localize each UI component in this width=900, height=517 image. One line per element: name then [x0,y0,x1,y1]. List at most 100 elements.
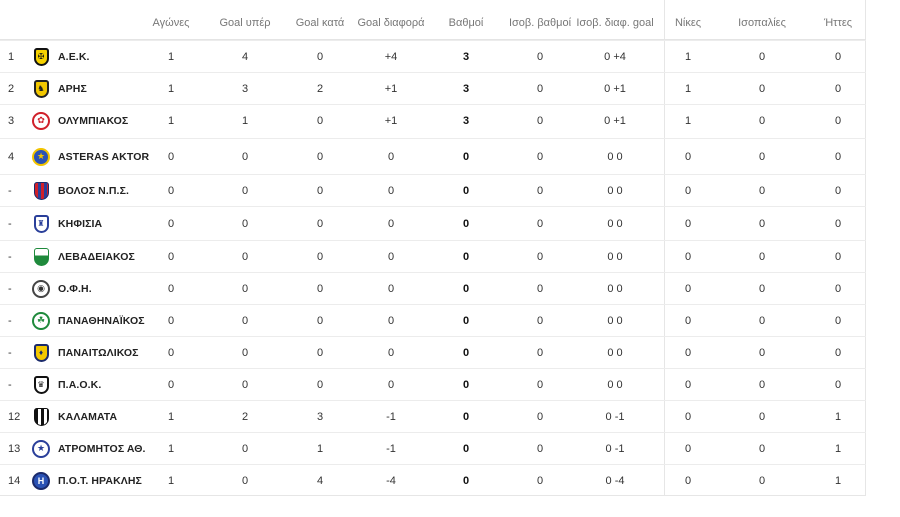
points: 3 [462,114,470,127]
wins: 0 [684,217,692,230]
losses: 0 [834,217,842,230]
rank: 2 [8,82,15,95]
team-name[interactable]: ΛΕΒΑΔΕΙΑΚΟΣ [58,241,135,272]
tie-goal-diff: 0 0 [607,314,623,327]
table-row[interactable]: - ♜ ΚΗΦΙΣΙΑ 0 0 0 0 0 0 0 0 0 0 0 [0,206,866,240]
tie-points: 0 [536,442,544,455]
goals-against: 0 [316,282,324,295]
tie-points: 0 [536,474,544,487]
wins: 0 [684,314,692,327]
games: 1 [167,474,175,487]
ofi-logo-icon: ◉ [30,273,52,304]
wins: 0 [684,474,692,487]
team-name[interactable]: ΑΤΡΟΜΗΤΟΣ ΑΘ. [58,433,146,464]
col-header-goals-for[interactable]: Goal υπέρ [215,6,275,39]
team-name[interactable]: ASTERAS AKTOR [58,139,149,174]
goal-diff: 0 [387,314,395,327]
goals-against: 0 [316,346,324,359]
tie-goal-diff: 0 -1 [605,442,625,455]
table-row[interactable]: - ☘ ΠΑΝΑΘΗΝΑΪΚΟΣ 0 0 0 0 0 0 0 0 0 0 0 [0,304,866,336]
table-header: Αγώνες Goal υπέρ Goal κατά Goal διαφορά … [0,6,866,40]
rank: 4 [8,150,15,163]
table-row[interactable]: - ΒΟΛΟΣ Ν.Π.Σ. 0 0 0 0 0 0 0 0 0 0 0 [0,174,866,206]
table-row[interactable]: - ◉ Ο.Φ.Η. 0 0 0 0 0 0 0 0 0 0 0 [0,272,866,304]
team-name[interactable]: ΚΗΦΙΣΙΑ [58,207,102,240]
tie-goal-diff: 0 0 [607,346,623,359]
losses: 1 [834,442,842,455]
tie-points: 0 [536,82,544,95]
points: 0 [462,442,470,455]
draws: 0 [758,410,766,423]
team-name[interactable]: ΠΑΝΑΘΗΝΑΪΚΟΣ [58,305,145,336]
rank: - [8,378,12,391]
col-header-goal-diff[interactable]: Goal διαφορά [353,6,429,39]
games: 0 [167,150,175,163]
games: 0 [167,250,175,263]
table-row[interactable]: - ΛΕΒΑΔΕΙΑΚΟΣ 0 0 0 0 0 0 0 0 0 0 0 [0,240,866,272]
olympiakos-logo-icon: ✿ [30,105,52,136]
points: 0 [462,410,470,423]
points: 0 [462,378,470,391]
wins: 0 [684,442,692,455]
team-name[interactable]: ΟΛΥΜΠΙΑΚΟΣ [58,105,128,136]
wins: 0 [684,346,692,359]
col-header-points[interactable]: Βαθμοί [445,6,487,39]
goals-for: 3 [241,82,249,95]
table-row[interactable]: 12 ΚΑΛΑΜΑΤΑ 1 2 3 -1 0 0 0 -1 0 0 1 [0,400,866,432]
col-header-games[interactable]: Αγώνες [151,6,191,39]
wins: 0 [684,282,692,295]
goals-for: 0 [241,184,249,197]
games: 1 [167,410,175,423]
table-row[interactable]: 13 ★ ΑΤΡΟΜΗΤΟΣ ΑΘ. 1 0 1 -1 0 0 0 -1 0 0… [0,432,866,464]
points: 0 [462,250,470,263]
points: 0 [462,184,470,197]
table-row[interactable]: - ♦ ΠΑΝΑΙΤΩΛΙΚΟΣ 0 0 0 0 0 0 0 0 0 0 0 [0,336,866,368]
goals-against: 0 [316,378,324,391]
losses: 0 [834,184,842,197]
team-name[interactable]: Ο.Φ.Η. [58,273,92,304]
team-name[interactable]: Π.Ο.Τ. ΗΡΑΚΛΗΣ [58,465,142,496]
rank: 13 [8,442,21,455]
table-row[interactable]: 14 H Π.Ο.Τ. ΗΡΑΚΛΗΣ 1 0 4 -4 0 0 0 -4 0 … [0,464,866,496]
table-row[interactable]: 3 ✿ ΟΛΥΜΠΙΑΚΟΣ 1 1 0 +1 3 0 0 +1 1 0 0 [0,104,866,136]
col-header-draws[interactable]: Ισοπαλίες [732,6,792,39]
draws: 0 [758,150,766,163]
losses: 0 [834,282,842,295]
tie-goal-diff: 0 0 [607,250,623,263]
col-header-tie-goal-diff[interactable]: Ισοβ. διαφ. goal [575,6,655,39]
team-name[interactable]: ΚΑΛΑΜΑΤΑ [58,401,117,432]
team-name[interactable]: ΒΟΛΟΣ Ν.Π.Σ. [58,175,129,206]
goal-diff: +1 [384,114,398,127]
table-row[interactable]: 1 ✠ Α.Ε.Κ. 1 4 0 +4 3 0 0 +4 1 0 0 [0,40,866,72]
team-name[interactable]: ΑΡΗΣ [58,73,87,104]
col-header-tie-points[interactable]: Ισοβ. βαθμοί [505,6,575,39]
rank: 12 [8,410,21,423]
table-row[interactable]: 2 ♞ ΑΡΗΣ 1 3 2 +1 3 0 0 +1 1 0 0 [0,72,866,104]
col-header-losses[interactable]: Ήττες [820,6,856,39]
goal-diff: 0 [387,250,395,263]
goals-for: 0 [241,474,249,487]
levadiakos-logo-icon [30,241,52,272]
tie-points: 0 [536,50,544,63]
games: 0 [167,314,175,327]
table-row[interactable]: - ♛ Π.Α.Ο.Κ. 0 0 0 0 0 0 0 0 0 0 0 [0,368,866,400]
col-header-goals-against[interactable]: Goal κατά [290,6,350,39]
losses: 0 [834,150,842,163]
col-header-wins[interactable]: Νίκες [670,6,706,39]
points: 3 [462,82,470,95]
games: 1 [167,50,175,63]
losses: 0 [834,82,842,95]
volos-logo-icon [30,175,52,206]
team-name[interactable]: ΠΑΝΑΙΤΩΛΙΚΟΣ [58,337,139,368]
goals-for: 0 [241,442,249,455]
goals-for: 1 [241,114,249,127]
table-row[interactable]: 4 ★ ASTERAS AKTOR 0 0 0 0 0 0 0 0 0 0 0 [0,138,866,174]
team-name[interactable]: Π.Α.Ο.Κ. [58,369,101,400]
rank: - [8,346,12,359]
team-name[interactable]: Α.Ε.Κ. [58,41,90,72]
goal-diff: 0 [387,282,395,295]
goals-for: 2 [241,410,249,423]
rank: - [8,250,12,263]
rank: 14 [8,474,21,487]
rank: 1 [8,50,15,63]
